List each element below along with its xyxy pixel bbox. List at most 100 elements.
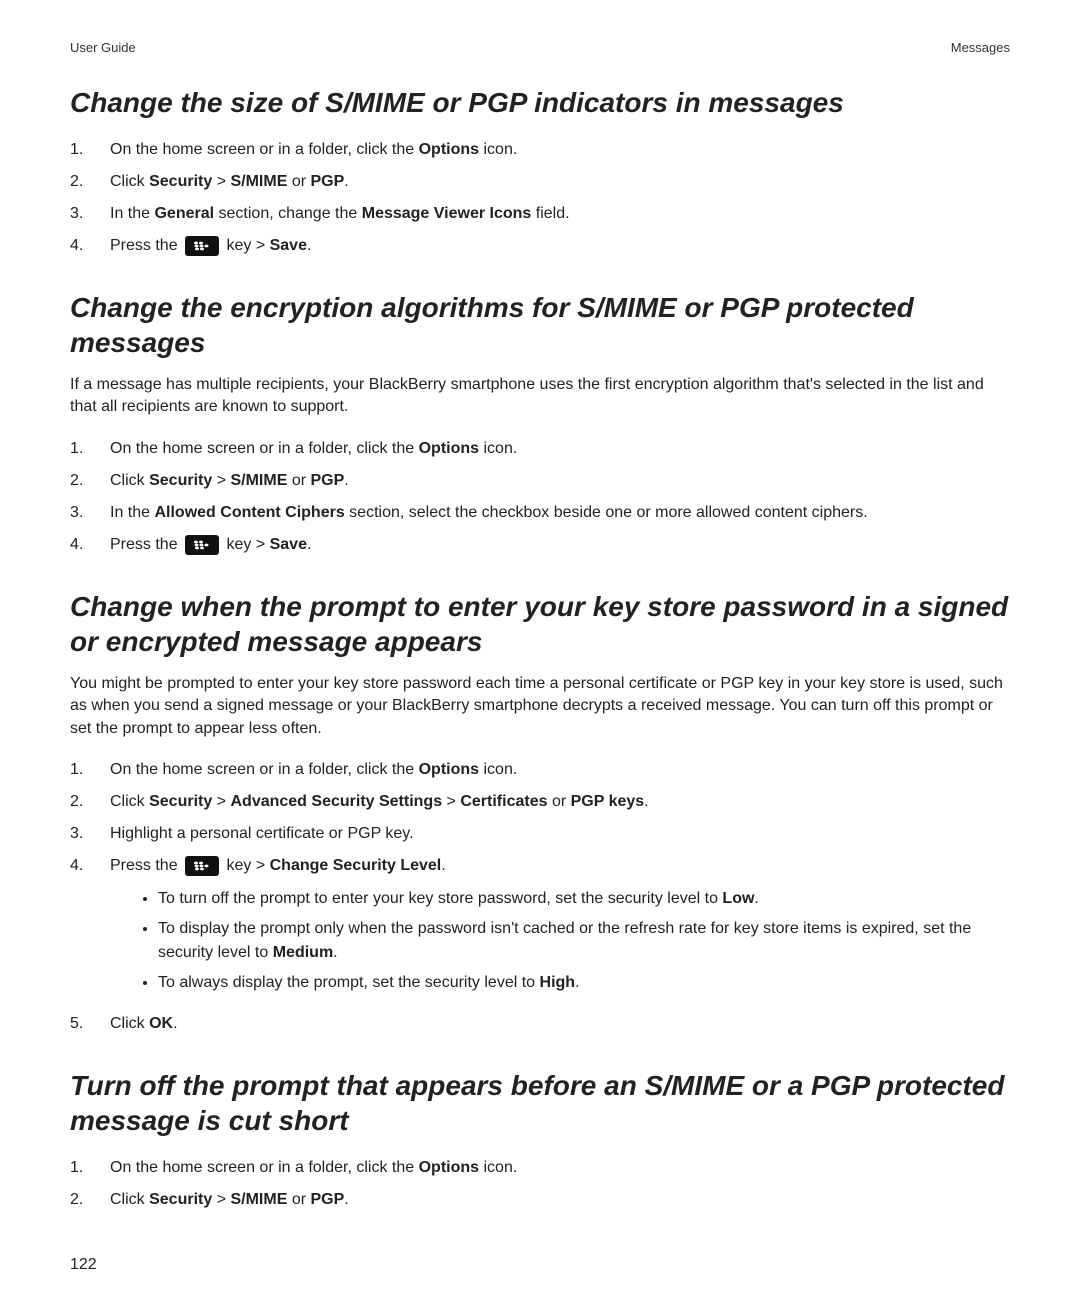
- bold-text: Security: [149, 173, 212, 190]
- sub-text: To always display the prompt, set the se…: [158, 974, 540, 991]
- step-text: On the home screen or in a folder, click…: [110, 1159, 419, 1176]
- step-text: Click: [110, 173, 149, 190]
- list-item: On the home screen or in a folder, click…: [70, 754, 1010, 786]
- bold-text: Save: [270, 536, 307, 553]
- list-item: In the General section, change the Messa…: [70, 198, 1010, 230]
- step-text: or: [548, 793, 571, 810]
- bold-text: PGP: [311, 173, 345, 190]
- step-text: icon.: [479, 141, 517, 158]
- step-text: Press the: [110, 536, 182, 553]
- bold-text: Options: [419, 1159, 479, 1176]
- step-text: field.: [531, 205, 569, 222]
- page-number: 122: [70, 1256, 1010, 1274]
- bold-text: Change Security Level: [270, 857, 442, 874]
- step-text: Click: [110, 1191, 149, 1208]
- step-text: .: [344, 472, 348, 489]
- section-3-intro: You might be prompted to enter your key …: [70, 673, 1010, 740]
- step-text: key >: [222, 237, 270, 254]
- list-item: To display the prompt only when the pass…: [158, 914, 1010, 968]
- bold-text: Security: [149, 1191, 212, 1208]
- step-text: icon.: [479, 440, 517, 457]
- bold-text: Security: [149, 793, 212, 810]
- list-item: Click Security > S/MIME or PGP.: [70, 166, 1010, 198]
- list-item: Click Security > S/MIME or PGP.: [70, 465, 1010, 497]
- step-text: .: [307, 536, 311, 553]
- step-text: icon.: [479, 1159, 517, 1176]
- bold-text: Low: [722, 890, 754, 907]
- bold-text: PGP: [311, 472, 345, 489]
- list-item: Press the key > Save.: [70, 230, 1010, 262]
- bold-text: Message Viewer Icons: [362, 205, 532, 222]
- section-2-title: Change the encryption algorithms for S/M…: [70, 290, 1010, 360]
- bold-text: High: [540, 974, 576, 991]
- step-text: .: [173, 1015, 177, 1032]
- section-2-intro: If a message has multiple recipients, yo…: [70, 374, 1010, 419]
- section-4-title: Turn off the prompt that appears before …: [70, 1068, 1010, 1138]
- bold-text: General: [154, 205, 214, 222]
- step-text: .: [441, 857, 445, 874]
- list-item: Highlight a personal certificate or PGP …: [70, 818, 1010, 850]
- list-item: On the home screen or in a folder, click…: [70, 134, 1010, 166]
- list-item: To always display the prompt, set the se…: [158, 968, 1010, 998]
- list-item: In the Allowed Content Ciphers section, …: [70, 497, 1010, 529]
- section-2-steps: On the home screen or in a folder, click…: [70, 433, 1010, 561]
- step-text: Click: [110, 793, 149, 810]
- bold-text: Options: [419, 141, 479, 158]
- step-text: or: [287, 173, 310, 190]
- section-1-title: Change the size of S/MIME or PGP indicat…: [70, 85, 1010, 120]
- list-item: On the home screen or in a folder, click…: [70, 433, 1010, 465]
- step-text: >: [212, 793, 230, 810]
- bold-text: Save: [270, 237, 307, 254]
- step-text: Press the: [110, 857, 182, 874]
- bold-text: Advanced Security Settings: [230, 793, 442, 810]
- list-item: Press the key > Change Security Level. T…: [70, 850, 1010, 1008]
- sub-text: .: [333, 944, 337, 961]
- step-text: Click: [110, 472, 149, 489]
- step-text: .: [307, 237, 311, 254]
- step-text: section, select the checkbox beside one …: [345, 504, 868, 521]
- section-4-steps: On the home screen or in a folder, click…: [70, 1152, 1010, 1216]
- blackberry-key-icon: [185, 856, 219, 876]
- sub-text: To turn off the prompt to enter your key…: [158, 890, 722, 907]
- section-3-title: Change when the prompt to enter your key…: [70, 589, 1010, 659]
- bold-text: S/MIME: [230, 1191, 287, 1208]
- page-header: User Guide Messages: [70, 40, 1010, 55]
- step-text: .: [344, 173, 348, 190]
- bold-text: S/MIME: [230, 472, 287, 489]
- bold-text: S/MIME: [230, 173, 287, 190]
- section-3-steps: On the home screen or in a folder, click…: [70, 754, 1010, 1040]
- blackberry-key-icon: [185, 535, 219, 555]
- sub-list: To turn off the prompt to enter your key…: [134, 884, 1010, 998]
- step-text: Press the: [110, 237, 182, 254]
- bold-text: OK: [149, 1015, 173, 1032]
- blackberry-key-icon: [185, 236, 219, 256]
- step-text: section, change the: [214, 205, 362, 222]
- step-text: In the: [110, 504, 154, 521]
- bold-text: Options: [419, 440, 479, 457]
- bold-text: Security: [149, 472, 212, 489]
- list-item: On the home screen or in a folder, click…: [70, 1152, 1010, 1184]
- list-item: To turn off the prompt to enter your key…: [158, 884, 1010, 914]
- step-text: Click: [110, 1015, 149, 1032]
- bold-text: Medium: [273, 944, 333, 961]
- sub-text: .: [754, 890, 758, 907]
- step-text: key >: [222, 536, 270, 553]
- bold-text: PGP keys: [571, 793, 645, 810]
- step-text: >: [212, 1191, 230, 1208]
- step-text: On the home screen or in a folder, click…: [110, 440, 419, 457]
- step-text: icon.: [479, 761, 517, 778]
- list-item: Press the key > Save.: [70, 529, 1010, 561]
- sub-text: .: [575, 974, 579, 991]
- step-text: key >: [222, 857, 270, 874]
- bold-text: Options: [419, 761, 479, 778]
- header-left: User Guide: [70, 40, 136, 55]
- section-1-steps: On the home screen or in a folder, click…: [70, 134, 1010, 262]
- step-text: In the: [110, 205, 154, 222]
- page: User Guide Messages Change the size of S…: [0, 0, 1080, 1314]
- step-text: or: [287, 472, 310, 489]
- bold-text: Allowed Content Ciphers: [154, 504, 344, 521]
- step-text: .: [644, 793, 648, 810]
- step-text: .: [344, 1191, 348, 1208]
- step-text: >: [212, 173, 230, 190]
- header-right: Messages: [951, 40, 1010, 55]
